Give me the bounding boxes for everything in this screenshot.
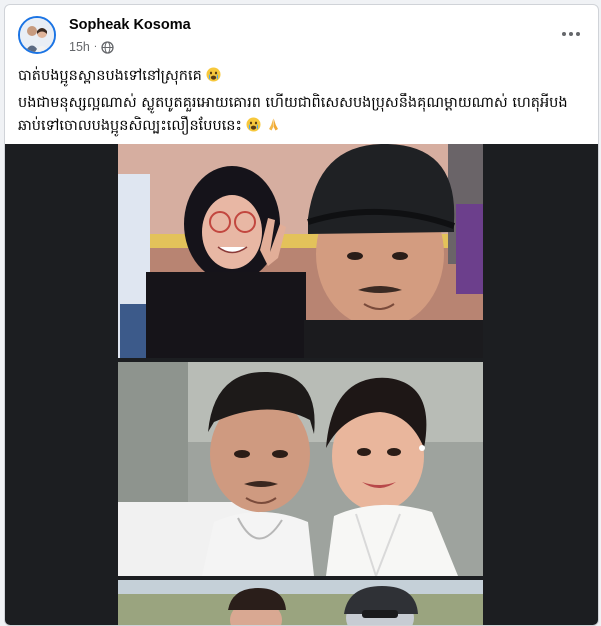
crying-face-icon — [206, 67, 221, 82]
post-card: Sopheak Kosoma 15h · បាត់បងប្អូនស្ពានបងទ… — [4, 4, 599, 626]
folded-hands-icon — [266, 117, 281, 132]
post-media[interactable] — [5, 144, 598, 625]
photo-partial-third[interactable] — [118, 580, 483, 625]
caption-line-1: បាត់បងប្អូនស្ពានបងទៅនៅស្រុកគេ — [18, 65, 588, 88]
author-name[interactable]: Sopheak Kosoma — [69, 17, 191, 33]
more-options-icon — [562, 32, 566, 36]
caption-line-2: បងជាមនុស្សល្អណាស់ ស្លូតបូតគួរអោយគោរព ហើយ… — [18, 95, 568, 134]
photo-selfie-outdoor[interactable] — [118, 144, 483, 358]
author-avatar[interactable] — [18, 16, 56, 54]
more-options-button[interactable] — [558, 23, 584, 45]
post-caption: បាត់បងប្អូនស្ពានបងទៅនៅស្រុកគេ បងជាមនុស្ស… — [18, 65, 588, 142]
meta-separator: · — [93, 41, 98, 53]
post-timestamp[interactable]: 15h — [69, 40, 90, 54]
post-header: Sopheak Kosoma 15h · — [5, 5, 598, 67]
globe-icon[interactable] — [101, 40, 114, 54]
photo-selfie-couple[interactable] — [118, 362, 483, 576]
post-meta: 15h · — [69, 39, 114, 55]
crying-face-icon — [246, 117, 261, 132]
